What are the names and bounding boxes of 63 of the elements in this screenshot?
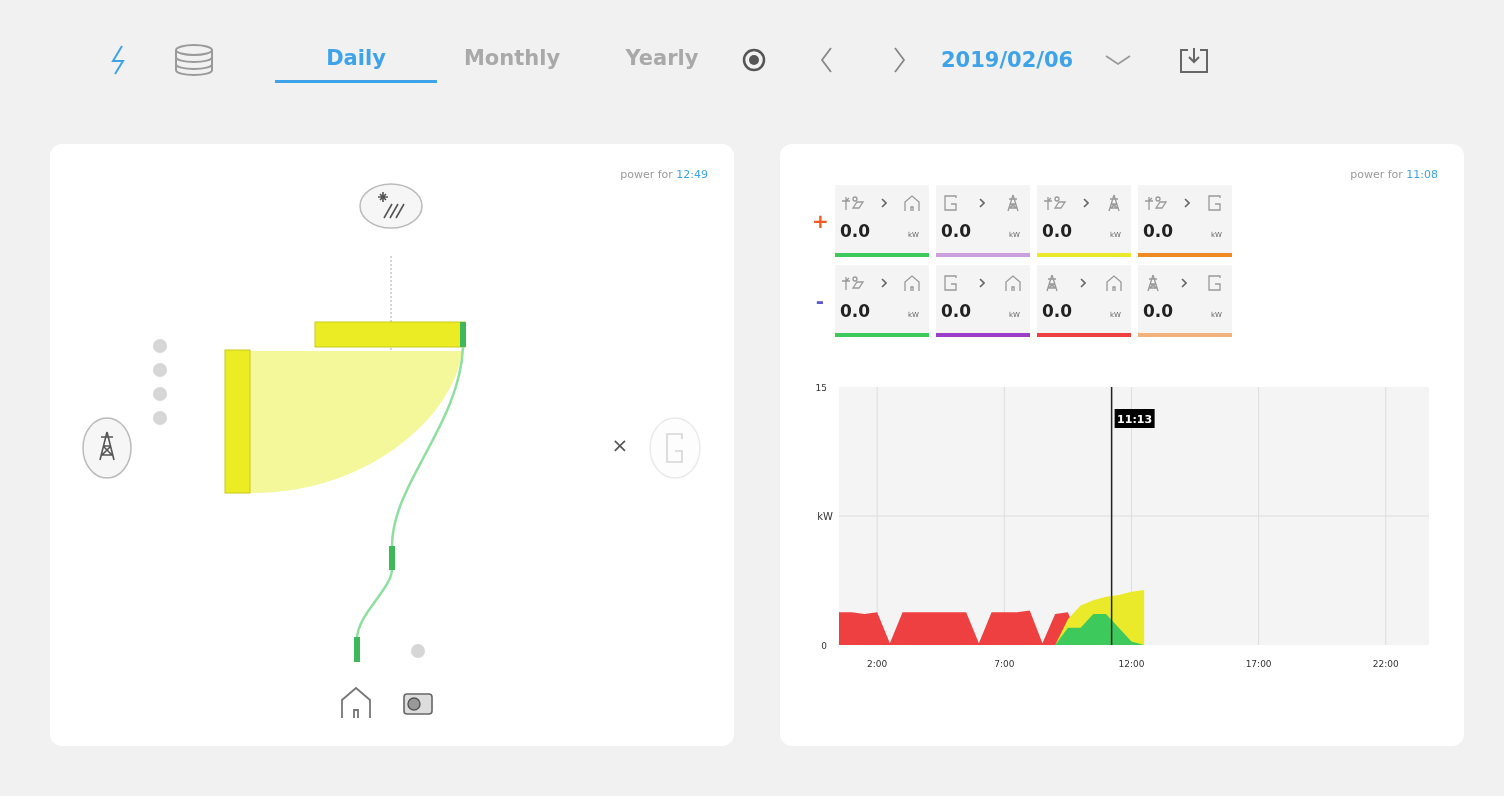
flow-value: 0.0 [941,301,972,321]
solar-node[interactable] [359,183,423,229]
status-dot [153,339,167,353]
power-tower-icon [1105,194,1123,212]
chevron-right-icon [979,278,985,288]
status-dot [411,644,425,658]
power-time-caption: power for 11:08 [1350,168,1438,181]
home-node[interactable] [341,686,371,719]
wind-solar-icon [1144,194,1168,212]
x-tick-label: 7:00 [994,659,1015,669]
status-dot [153,387,167,401]
home-icon [903,274,921,292]
y-tick-label: 0 [821,641,827,651]
sign-label: + [812,209,828,233]
chevron-left-icon[interactable] [819,46,833,74]
grid-tower-node[interactable] [82,417,132,479]
home-icon [903,194,921,212]
generator-icon [1206,274,1224,292]
period-tab[interactable]: Daily [275,37,437,83]
chevron-right-icon [979,198,985,208]
generator-icon [942,194,960,212]
flow-value: 0.0 [1143,301,1174,321]
y-axis-label: kW [817,511,833,522]
time-tooltip: 11:13 [1114,409,1155,428]
wind-solar-icon [1043,194,1067,212]
chevron-right-icon [881,278,887,288]
status-dot [153,363,167,377]
flow-value: 0.0 [1042,221,1073,241]
chevron-right-icon [1181,278,1187,288]
flow-value: 0.0 [1042,301,1073,321]
chevron-right-icon [1184,198,1190,208]
x-tick-label: 12:00 [1118,659,1145,669]
flow-value: 0.0 [840,301,871,321]
disconnected-mark: × [611,433,629,457]
flow-value: 0.0 [1143,221,1174,241]
time-cursor[interactable] [1110,386,1113,646]
device-node[interactable] [403,693,433,715]
chevron-right-icon[interactable] [893,46,907,74]
y-tick-label: 15 [815,383,827,393]
power-tower-icon [1004,194,1022,212]
sign-label: - [814,289,826,313]
chevron-right-icon [1083,198,1089,208]
date-label: 2019/02/06 [941,48,1074,72]
wind-solar-icon [841,194,865,212]
x-tick-label: 17:00 [1245,659,1272,669]
wind-solar-icon [841,274,865,292]
chevron-right-icon [1080,278,1086,288]
status-dot [153,411,167,425]
flow-value: 0.0 [840,221,871,241]
home-icon [1105,274,1123,292]
generator-icon [1206,194,1224,212]
x-tick-label: 2:00 [867,659,888,669]
home-icon [1004,274,1022,292]
period-tab[interactable]: Monthly [437,37,587,83]
power-tower-icon [1043,274,1061,292]
power-time-caption: power for 12:49 [620,168,708,181]
x-tick-label: 22:00 [1372,659,1399,669]
chevron-right-icon [881,198,887,208]
flow-value: 0.0 [941,221,972,241]
period-tab[interactable]: Yearly [587,37,737,83]
generator-icon [942,274,960,292]
power-tower-icon [1144,274,1162,292]
annotation: 11:13 [1117,413,1153,426]
